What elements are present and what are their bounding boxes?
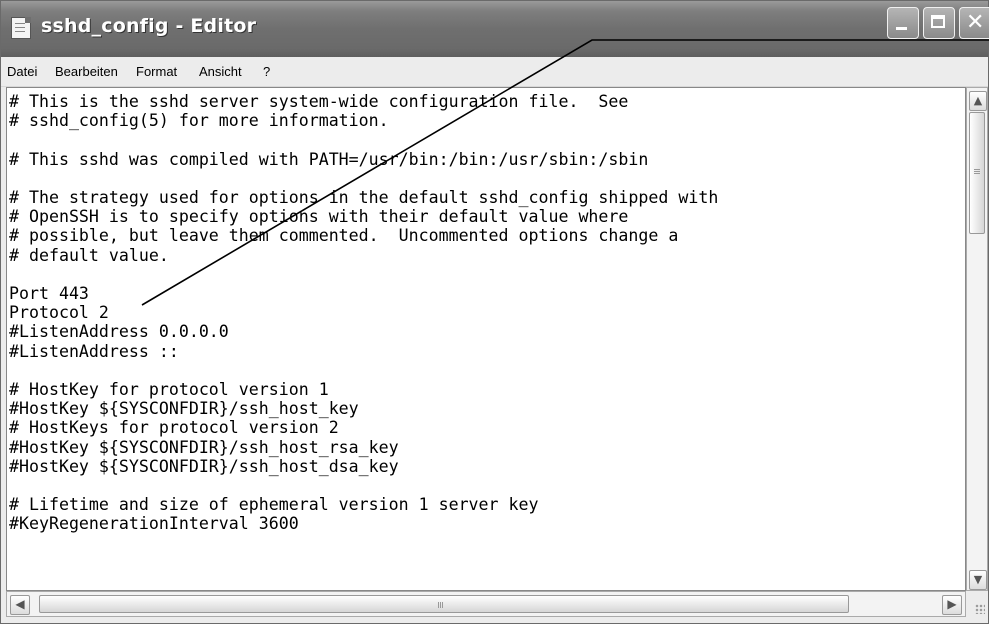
scroll-down-arrow-icon[interactable]: ▼ xyxy=(969,570,987,590)
menu-help[interactable]: ? xyxy=(263,64,270,79)
horizontal-scrollbar[interactable]: ◀ ▶ xyxy=(6,591,966,617)
menu-ansicht[interactable]: Ansicht xyxy=(199,64,242,79)
file-content[interactable]: # This is the sshd server system-wide co… xyxy=(7,88,965,534)
minimize-button[interactable] xyxy=(887,7,919,39)
menu-datei[interactable]: Datei xyxy=(7,64,37,79)
vertical-scrollbar[interactable]: ▲ ▼ xyxy=(966,87,988,591)
title-bar[interactable]: sshd_config - Editor ✕ xyxy=(1,1,989,57)
resize-grip-icon[interactable] xyxy=(966,591,988,617)
maximize-button[interactable] xyxy=(923,7,955,39)
close-button[interactable]: ✕ xyxy=(959,7,989,39)
scroll-up-arrow-icon[interactable]: ▲ xyxy=(969,91,987,111)
menu-bearbeiten[interactable]: Bearbeiten xyxy=(55,64,118,79)
maximize-icon xyxy=(931,15,945,28)
notepad-icon[interactable] xyxy=(11,17,31,39)
menu-format[interactable]: Format xyxy=(136,64,177,79)
menu-bar: Datei Bearbeiten Format Ansicht ? xyxy=(1,57,988,87)
grip-icon xyxy=(438,602,439,608)
grip-icon xyxy=(974,169,980,170)
vertical-scroll-thumb[interactable] xyxy=(969,112,985,234)
close-icon: ✕ xyxy=(966,10,985,35)
scroll-right-arrow-icon[interactable]: ▶ xyxy=(942,595,962,615)
notepad-window: sshd_config - Editor ✕ Datei Bearbeiten … xyxy=(0,0,989,624)
horizontal-scroll-thumb[interactable] xyxy=(39,595,849,613)
minimize-icon xyxy=(896,27,907,30)
scroll-left-arrow-icon[interactable]: ◀ xyxy=(10,595,30,615)
text-editor-area[interactable]: # This is the sshd server system-wide co… xyxy=(6,87,966,591)
window-title: sshd_config - Editor xyxy=(41,15,257,37)
